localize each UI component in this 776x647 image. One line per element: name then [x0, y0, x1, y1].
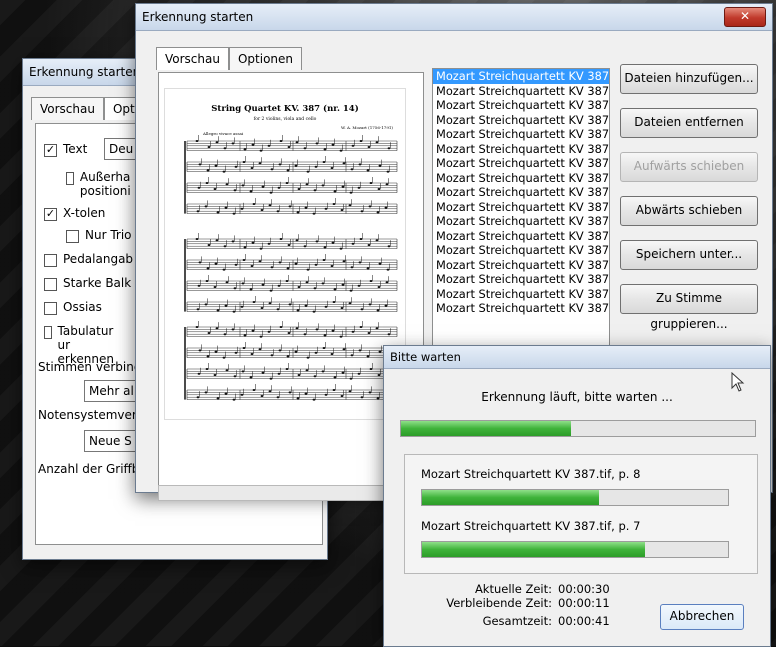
option-pedal-label: Pedalangab — [63, 252, 134, 266]
checkbox-trio[interactable] — [66, 230, 79, 243]
page7-progress-fill — [422, 542, 646, 557]
checkbox-tab[interactable] — [44, 326, 52, 339]
mouse-cursor-icon — [731, 372, 745, 392]
option-xtolen-label: X-tolen — [63, 206, 106, 220]
close-button[interactable]: ✕ — [724, 7, 766, 27]
current-time-row: Aktuelle Zeit: 00:00:30 — [414, 582, 610, 596]
file-list-item[interactable]: Mozart Streichquartett KV 387.t — [433, 127, 609, 142]
voices-label: Stimmen verbinde — [38, 360, 149, 374]
cancel-button[interactable]: Abbrechen — [660, 604, 744, 630]
main-tabbar: Vorschau Optionen — [156, 47, 303, 71]
file-list-item[interactable]: Mozart Streichquartett KV 387.t — [433, 243, 609, 258]
chord-diagram-label: Anzahl der Griffbil — [38, 462, 147, 476]
checkbox-outside[interactable] — [66, 172, 74, 185]
option-text[interactable]: ✓ Text — [44, 142, 87, 157]
score-staves — [184, 135, 398, 401]
option-pedal[interactable]: Pedalangab — [44, 252, 133, 267]
file-list-item[interactable]: Mozart Streichquartett KV 387.t — [433, 200, 609, 215]
option-ossias[interactable]: Ossias — [44, 300, 102, 315]
total-time-label: Gesamtzeit: — [482, 614, 552, 628]
file-list-item[interactable]: Mozart Streichquartett KV 387.t — [433, 185, 609, 200]
tab-options[interactable]: Optionen — [228, 47, 303, 70]
remaining-time-label: Verbleibende Zeit: — [446, 596, 552, 610]
file-list-item[interactable]: Mozart Streichquartett KV 387.t — [433, 272, 609, 287]
page-progress-group: Mozart Streichquartett KV 387.tif, p. 8 … — [404, 454, 758, 574]
file-list-item[interactable]: Mozart Streichquartett KV 387.t — [433, 98, 609, 113]
save-as-button[interactable]: Speichern unter... — [620, 240, 758, 270]
overall-progress-fill — [401, 421, 571, 436]
current-time-value: 00:00:30 — [558, 582, 610, 596]
checkbox-ossias[interactable] — [44, 302, 57, 315]
option-beams[interactable]: Starke Balk — [44, 276, 131, 291]
file-list-item[interactable]: Mozart Streichquartett KV 387.t — [433, 301, 609, 316]
tab-preview[interactable]: Vorschau — [156, 47, 229, 70]
file-list-item[interactable]: Mozart Streichquartett KV 387.t — [433, 84, 609, 99]
remaining-time-value: 00:00:11 — [558, 596, 610, 610]
file-list-item[interactable]: Mozart Streichquartett KV 387.t — [433, 214, 609, 229]
group-to-voice-button[interactable]: Zu Stimme gruppieren... — [620, 284, 758, 331]
overall-progress-bar — [400, 420, 756, 437]
option-outside[interactable]: Außerha positioni — [66, 170, 136, 198]
option-trio[interactable]: Nur Trio — [66, 228, 132, 243]
score-composer: W. A. Mozart (1756-1791) — [341, 125, 393, 130]
main-dialog-title[interactable]: Erkennung starten ✕ — [136, 4, 772, 31]
checkbox-pedal[interactable] — [44, 254, 57, 267]
option-beams-label: Starke Balk — [63, 276, 132, 290]
option-trio-label: Nur Trio — [85, 228, 132, 242]
score-preview-image: String Quartet KV. 387 (nr. 14) for 2 vi… — [164, 88, 406, 420]
score-svg: String Quartet KV. 387 (nr. 14) for 2 vi… — [184, 103, 398, 401]
file-list-item[interactable]: Mozart Streichquartett KV 387.t — [433, 287, 609, 302]
score-title: String Quartet KV. 387 (nr. 14) — [211, 103, 358, 114]
page7-progress-bar — [421, 541, 729, 558]
move-down-button[interactable]: Abwärts schieben — [620, 196, 758, 226]
score-subtitle: for 2 violins, viola and cello — [254, 116, 317, 122]
checkbox-xtolen[interactable]: ✓ — [44, 208, 57, 221]
file-list-item[interactable]: Mozart Streichquartett KV 387.t — [433, 229, 609, 244]
total-time-row: Gesamtzeit: 00:00:41 — [414, 614, 610, 628]
checkbox-text[interactable]: ✓ — [44, 144, 57, 157]
staff-label: Notensystemverk — [38, 408, 144, 422]
file-list-item[interactable]: Mozart Streichquartett KV 387.t — [433, 258, 609, 273]
file-list-item[interactable]: Mozart Streichquartett KV 387.t — [433, 171, 609, 186]
file-list-item[interactable]: Mozart Streichquartett KV 387.t — [433, 113, 609, 128]
progress-message: Erkennung läuft, bitte warten ... — [481, 390, 673, 404]
option-xtolen[interactable]: ✓ X-tolen — [44, 206, 105, 221]
file-list-item[interactable]: Mozart Streichquartett KV 387.t — [433, 142, 609, 157]
file-list-item[interactable]: Mozart Streichquartett KV 387.t — [433, 156, 609, 171]
option-text-label: Text — [63, 142, 88, 156]
back-tab-preview[interactable]: Vorschau — [31, 97, 104, 120]
file-list-item[interactable]: Mozart Streichquartett KV 387.t — [433, 69, 609, 84]
main-dialog-title-text: Erkennung starten — [142, 10, 254, 24]
total-time-value: 00:00:41 — [558, 614, 610, 628]
option-outside-label: Außerha positioni — [79, 170, 131, 198]
remaining-time-row: Verbleibende Zeit: 00:00:11 — [414, 596, 610, 610]
progress-dialog-title[interactable]: Bitte warten — [384, 346, 770, 369]
page8-progress-bar — [421, 489, 729, 506]
checkbox-beams[interactable] — [44, 278, 57, 291]
option-ossias-label: Ossias — [63, 300, 102, 314]
page7-label: Mozart Streichquartett KV 387.tif, p. 7 — [421, 519, 641, 533]
remove-files-button[interactable]: Dateien entfernen — [620, 108, 758, 138]
move-up-button[interactable]: Aufwärts schieben — [620, 152, 758, 182]
page8-progress-fill — [422, 490, 600, 505]
add-files-button[interactable]: Dateien hinzufügen... — [620, 64, 758, 94]
progress-dialog-window: Bitte warten Erkennung läuft, bitte wart… — [383, 345, 771, 647]
current-time-label: Aktuelle Zeit: — [474, 582, 552, 596]
score-tempo: Allegro vivace assai — [202, 131, 244, 136]
page8-label: Mozart Streichquartett KV 387.tif, p. 8 — [421, 467, 641, 481]
